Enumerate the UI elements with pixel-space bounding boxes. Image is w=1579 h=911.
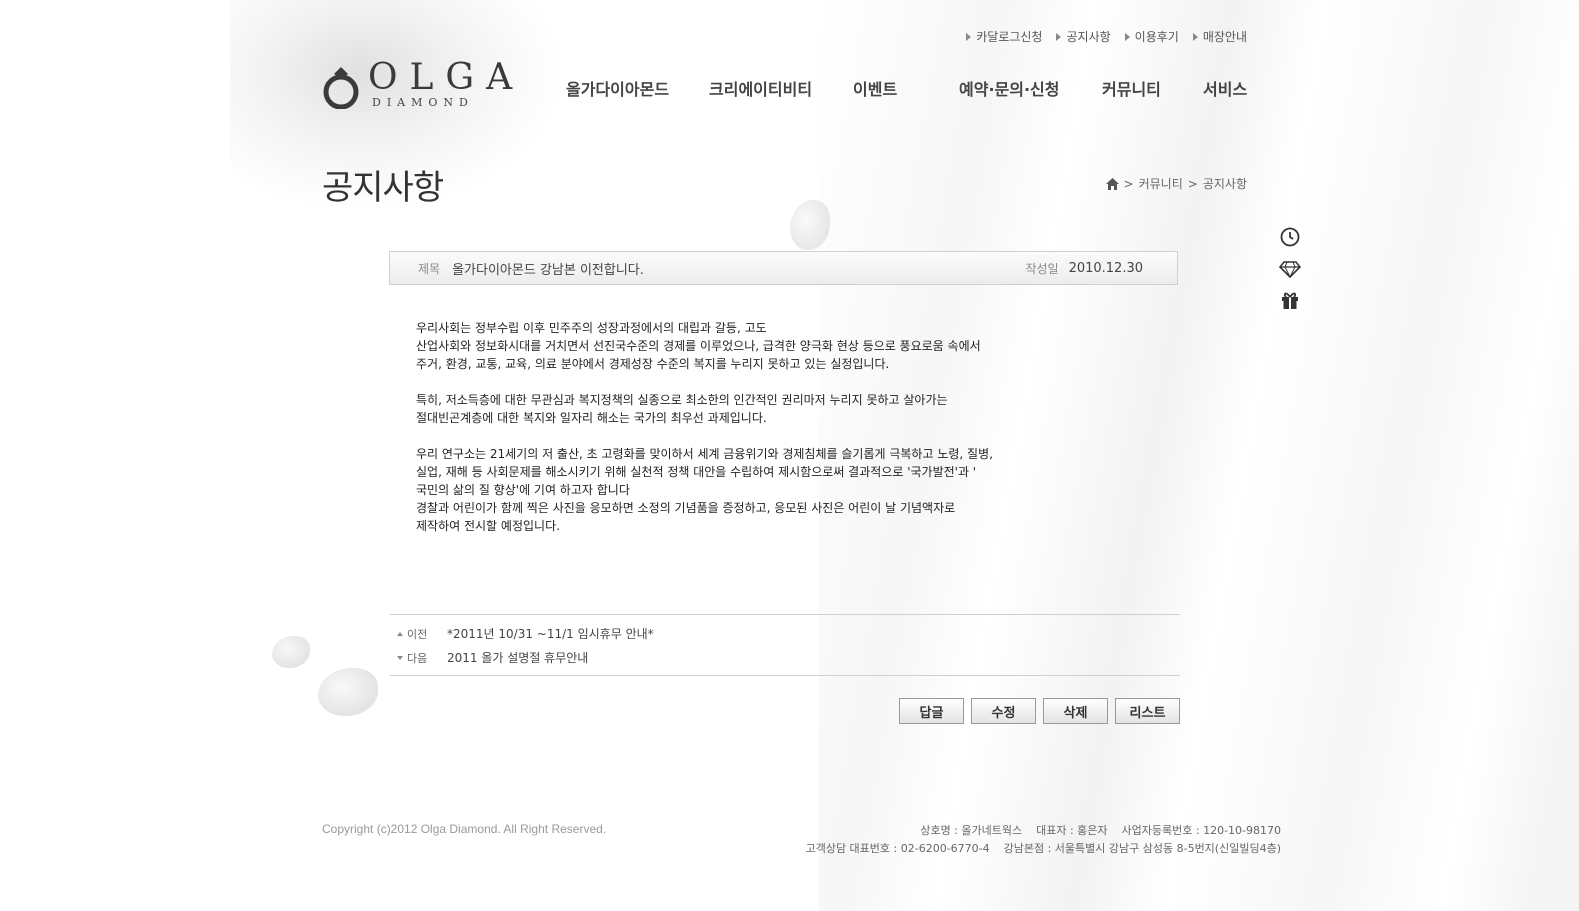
post-header: 제목 올가다이아몬드 강남본 이전합니다. 작성일 2010.12.30 [389, 251, 1178, 285]
petal-decoration [790, 200, 830, 250]
prev-post-row[interactable]: 이전 *2011년 10/31 ~11/1 임시휴무 안내* [397, 625, 654, 642]
top-link-label: 이용후기 [1134, 30, 1179, 44]
chevron-right-icon: > [1187, 176, 1198, 191]
post-paragraph: 특히, 저소득층에 대한 무관심과 복지정책의 실종으로 최소한의 인간적인 권… [416, 393, 948, 425]
diamond-icon[interactable] [1279, 260, 1301, 278]
page-title: 공지사항 [322, 168, 444, 208]
nav-item-reservation[interactable]: 예약·문의·신청 [959, 76, 1102, 100]
post-date: 2010.12.30 [1068, 260, 1143, 276]
gift-icon[interactable] [1281, 290, 1299, 310]
nav-item-community[interactable]: 커뮤니티 [1102, 76, 1203, 100]
copyright: Copyright (c)2012 Olga Diamond. All Righ… [322, 822, 607, 836]
logo-wordmark: OLGA [368, 57, 525, 98]
triangle-bullet-icon [1124, 32, 1130, 41]
next-label: 다음 [407, 651, 428, 665]
top-link-catalog[interactable]: 카달로그신청 [966, 28, 1042, 45]
logo[interactable]: OLGA DIAMOND [322, 57, 525, 109]
triangle-bullet-icon [1192, 32, 1198, 41]
edit-button[interactable]: 수정 [971, 698, 1036, 724]
home-icon[interactable] [1105, 177, 1119, 190]
breadcrumb: > 커뮤니티 > 공지사항 [1105, 175, 1247, 192]
company-info: 상호명 : 올가네트웍스 대표자 : 홍은자 사업자등록번호 : 120-10-… [806, 822, 1281, 858]
company-line: 고객상담 대표번호 : 02-6200-6770-4 강남본점 : 서울특별시 … [805, 842, 1281, 855]
delete-button[interactable]: 삭제 [1043, 698, 1108, 724]
petal-decoration [272, 636, 310, 668]
action-buttons: 답글 수정 삭제 리스트 [899, 698, 1180, 724]
prev-post-title[interactable]: *2011년 10/31 ~11/1 임시휴무 안내* [447, 625, 654, 642]
date-label: 작성일 [1025, 261, 1059, 276]
reply-button[interactable]: 답글 [899, 698, 964, 724]
top-utility-links: 카달로그신청 공지사항 이용후기 매장안내 [966, 28, 1247, 45]
prev-label: 이전 [407, 627, 428, 641]
divider [390, 614, 1180, 615]
top-link-label: 공지사항 [1066, 30, 1111, 44]
triangle-bullet-icon [966, 32, 972, 41]
nav-item-event[interactable]: 이벤트 [853, 76, 959, 100]
main-nav: 올가다이아몬드 크리에이티비티 이벤트 예약·문의·신청 커뮤니티 서비스 [566, 76, 1247, 100]
post-subject: 올가다이아몬드 강남본 이전합니다. [452, 262, 644, 278]
breadcrumb-current: 공지사항 [1202, 177, 1247, 191]
post-paragraph: 우리사회는 정부수립 이후 민주주의 성장과정에서의 대립과 갈등, 고도 산업… [416, 321, 981, 371]
quick-menu [1279, 226, 1301, 310]
top-link-label: 매장안내 [1202, 30, 1247, 44]
divider [390, 675, 1180, 676]
top-link-label: 카달로그신청 [976, 30, 1043, 44]
triangle-bullet-icon [1056, 32, 1062, 41]
arrow-up-icon [397, 631, 403, 636]
post-body: 우리사회는 정부수립 이후 민주주의 성장과정에서의 대립과 갈등, 고도 산업… [416, 319, 1056, 553]
next-post-row[interactable]: 다음 2011 올가 설명절 휴무안내 [397, 649, 588, 666]
nav-item-creativity[interactable]: 크리에이티비티 [709, 76, 853, 100]
next-post-title[interactable]: 2011 올가 설명절 휴무안내 [447, 649, 588, 666]
clock-icon[interactable] [1279, 226, 1301, 248]
subject-label: 제목 [418, 261, 441, 276]
arrow-down-icon [397, 655, 403, 660]
company-line: 상호명 : 올가네트웍스 대표자 : 홍은자 사업자등록번호 : 120-10-… [920, 824, 1281, 837]
nav-item-olga-diamond[interactable]: 올가다이아몬드 [566, 76, 709, 100]
ring-logo-icon [323, 67, 359, 109]
top-link-notice[interactable]: 공지사항 [1056, 28, 1111, 45]
nav-item-service[interactable]: 서비스 [1203, 76, 1247, 100]
post-paragraph: 우리 연구소는 21세기의 저 출산, 초 고령화를 맞이하서 세계 금융위기와… [416, 447, 993, 533]
top-link-stores[interactable]: 매장안내 [1192, 28, 1247, 45]
breadcrumb-section[interactable]: 커뮤니티 [1139, 175, 1183, 192]
petal-decoration [318, 668, 378, 716]
top-link-reviews[interactable]: 이용후기 [1124, 28, 1179, 45]
chevron-right-icon: > [1123, 176, 1134, 191]
list-button[interactable]: 리스트 [1115, 698, 1180, 724]
